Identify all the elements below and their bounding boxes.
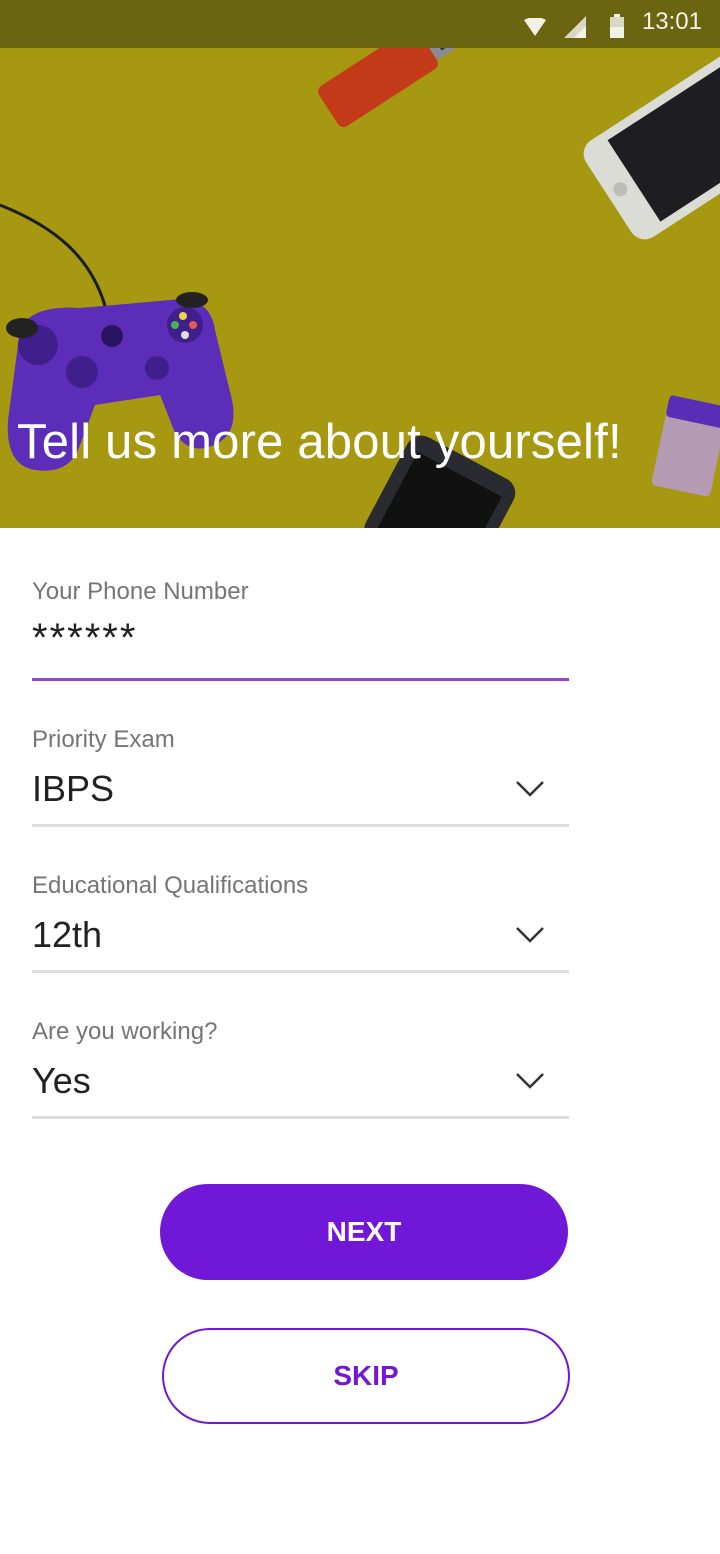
- phone-number-label: Your Phone Number: [32, 578, 249, 605]
- page-title: Tell us more about yourself!: [17, 415, 622, 469]
- education-value: 12th: [32, 914, 103, 955]
- working-label: Are you working?: [32, 1018, 218, 1045]
- working-underline: [32, 1116, 569, 1119]
- priority-exam-label: Priority Exam: [32, 726, 175, 753]
- phone-number-field[interactable]: Your Phone Number ******: [32, 578, 569, 682]
- chevron-down-icon[interactable]: [515, 780, 545, 798]
- working-value: Yes: [32, 1060, 91, 1101]
- education-underline: [32, 970, 569, 973]
- education-label: Educational Qualifications: [32, 872, 309, 899]
- chevron-down-icon[interactable]: [515, 926, 545, 944]
- chevron-down-icon[interactable]: [515, 1072, 545, 1090]
- status-bar: 13:01: [0, 0, 720, 48]
- priority-exam-underline: [32, 824, 569, 827]
- phone-number-underline: [32, 678, 569, 681]
- status-time: 13:01: [641, 8, 702, 35]
- priority-exam-value: IBPS: [32, 768, 115, 809]
- signal-icon: [564, 16, 586, 38]
- next-button[interactable]: NEXT: [160, 1184, 568, 1280]
- priority-exam-select[interactable]: Priority Exam IBPS: [32, 726, 569, 828]
- hero-banner: Tell us more about yourself!: [0, 0, 720, 528]
- phone-number-input[interactable]: ******: [32, 616, 569, 661]
- battery-icon: [610, 14, 624, 38]
- wifi-icon: [524, 18, 546, 36]
- skip-button[interactable]: SKIP: [162, 1328, 570, 1424]
- working-select[interactable]: Are you working? Yes: [32, 1018, 569, 1120]
- education-select[interactable]: Educational Qualifications 12th: [32, 872, 569, 974]
